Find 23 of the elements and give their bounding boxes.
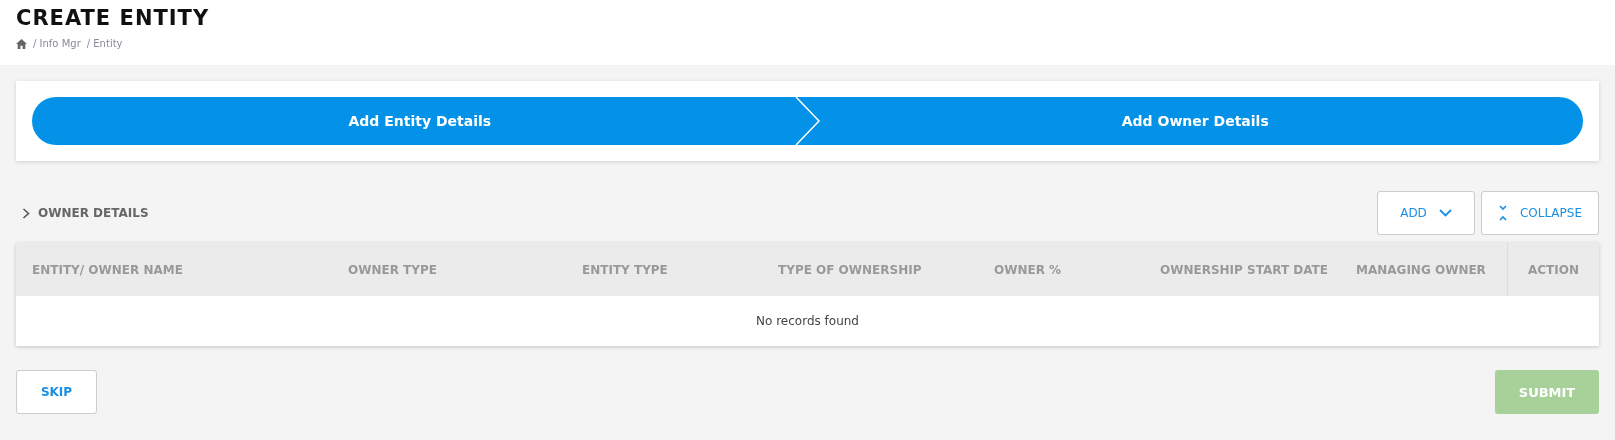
column-header: TYPE OF OWNERSHIP — [778, 262, 923, 277]
column-header: OWNER TYPE — [348, 262, 438, 277]
column-header: ENTITY/ OWNER NAME — [32, 262, 184, 277]
column-header: MANAGING OWNER — [1356, 262, 1487, 277]
wizard-step[interactable]: Add Owner Details — [807, 97, 1583, 145]
chevron-icon[interactable] — [22, 207, 30, 219]
collapse-icon — [1497, 205, 1508, 221]
column-header: ENTITY TYPE — [582, 262, 669, 277]
breadcrumb-link[interactable]: / Info Mgr — [33, 38, 81, 49]
chevron-down-icon — [1438, 209, 1452, 217]
empty-message: No records found — [755, 313, 860, 330]
skip-button[interactable]: SKIP — [16, 370, 97, 414]
step-separator-icon — [794, 97, 821, 145]
section-title: OWNER DETAILS — [38, 206, 149, 220]
collapse-button[interactable]: COLLAPSE — [1480, 191, 1599, 235]
column-header: OWNERSHIP START DATE — [1160, 262, 1329, 277]
add-button[interactable]: ADD — [1377, 191, 1475, 235]
column-header: ACTION — [1507, 243, 1599, 296]
page-title: CREATE ENTITY — [16, 6, 211, 30]
breadcrumb-link[interactable]: / Entity — [86, 38, 123, 49]
column-header: OWNER % — [994, 262, 1063, 277]
home-icon[interactable] — [16, 38, 27, 49]
wizard-step[interactable]: Add Entity Details — [32, 97, 808, 145]
